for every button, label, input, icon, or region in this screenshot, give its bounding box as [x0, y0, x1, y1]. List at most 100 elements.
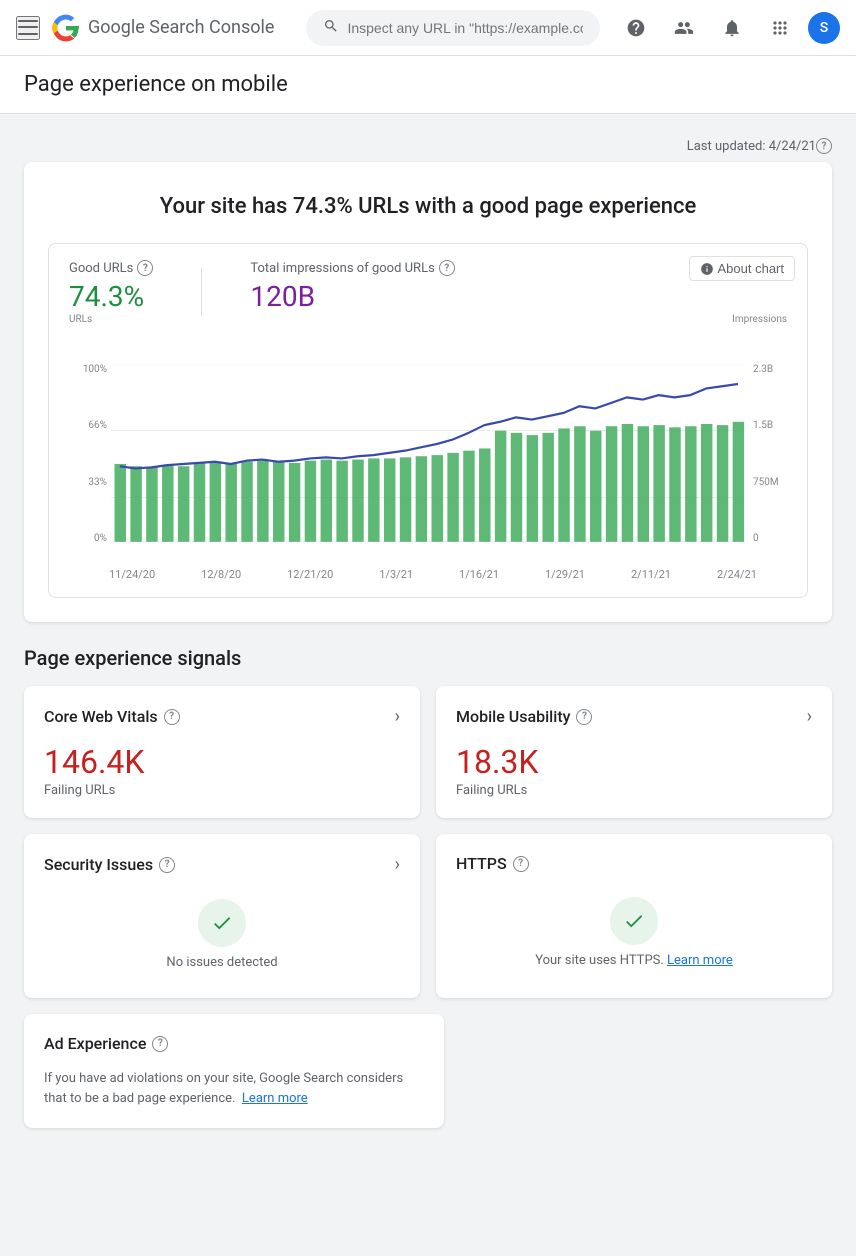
hero-title: Your site has 74.3% URLs with a good pag… — [48, 194, 808, 219]
x-label-1: 11/24/20 — [109, 568, 155, 581]
good-urls-label: Good URLs ? — [69, 260, 153, 276]
y-right-15b: 1.5B — [753, 420, 773, 431]
https-help-icon[interactable]: ? — [513, 856, 529, 872]
y-left-33: 33% — [88, 477, 107, 488]
signals-section: Page experience signals Core Web Vitals … — [24, 646, 832, 1128]
page-title: Page experience on mobile — [24, 72, 832, 97]
mobile-usability-value: 18.3K — [456, 743, 812, 781]
x-label-6: 1/29/21 — [545, 568, 585, 581]
last-updated-date: 4/24/21 — [769, 139, 816, 154]
mobile-usability-label: Failing URLs — [456, 783, 812, 798]
ad-experience-description: If you have ad violations on your site, … — [44, 1069, 424, 1108]
https-learn-more-link[interactable]: Learn more — [667, 953, 733, 968]
chart-svg — [69, 364, 787, 564]
menu-button[interactable] — [16, 16, 40, 40]
https-title: HTTPS ? — [456, 854, 529, 873]
y-axis-left-title: URLs — [69, 314, 92, 325]
mobile-usability-arrow[interactable]: › — [807, 706, 812, 727]
security-issues-status: No issues detected — [44, 891, 400, 978]
x-label-3: 12/21/20 — [287, 568, 333, 581]
header-actions: S — [616, 8, 840, 48]
y-right-750m: 750M — [753, 477, 779, 488]
core-web-vitals-card: Core Web Vitals ? › 146.4K Failing URLs — [24, 686, 420, 818]
x-label-7: 2/11/21 — [631, 568, 671, 581]
signals-title: Page experience signals — [24, 646, 832, 670]
y-left-0: 0% — [94, 533, 107, 544]
security-issues-card: Security Issues ? › No issues detected — [24, 834, 420, 998]
core-web-vitals-header: Core Web Vitals ? › — [44, 706, 400, 727]
https-check-icon — [623, 910, 645, 932]
info-icon — [700, 262, 714, 276]
chart-container: 100% 66% 33% 0% 2.3B 1.5B 750M 0 — [69, 364, 787, 564]
security-check-circle — [198, 899, 246, 947]
security-issues-help-icon[interactable]: ? — [159, 857, 175, 873]
good-urls-help-icon[interactable]: ? — [137, 260, 153, 276]
y-right-23b: 2.3B — [753, 364, 773, 375]
y-axis-right-title: Impressions — [732, 314, 787, 325]
x-label-5: 1/16/21 — [459, 568, 499, 581]
main-content: Last updated: 4/24/21 ? Your site has 74… — [0, 114, 856, 1152]
x-label-8: 2/24/21 — [717, 568, 757, 581]
apps-button[interactable] — [760, 8, 800, 48]
mobile-usability-help-icon[interactable]: ? — [576, 709, 592, 725]
security-issues-title: Security Issues ? — [44, 855, 175, 874]
impressions-label: Total impressions of good URLs ? — [250, 260, 454, 276]
y-left-66: 66% — [88, 420, 107, 431]
mobile-usability-header: Mobile Usability ? › — [456, 706, 812, 727]
y-right-0: 0 — [753, 533, 759, 544]
stats-row: Good URLs ? 74.3% Total impressions of g… — [69, 260, 787, 316]
core-web-vitals-arrow[interactable]: › — [395, 706, 400, 727]
logo: Google Search Console — [52, 14, 274, 42]
security-status-text: No issues detected — [166, 955, 277, 970]
https-check-circle — [610, 897, 658, 945]
good-urls-stat: Good URLs ? 74.3% — [69, 260, 153, 313]
app-title: Google Search Console — [88, 17, 274, 38]
x-label-2: 12/8/20 — [201, 568, 241, 581]
impressions-help-icon[interactable]: ? — [439, 260, 455, 276]
signals-grid: Core Web Vitals ? › 146.4K Failing URLs … — [24, 686, 832, 998]
mobile-usability-title: Mobile Usability ? — [456, 707, 592, 726]
ad-experience-learn-more-link[interactable]: Learn more — [242, 1091, 308, 1106]
security-check-icon — [211, 912, 233, 934]
search-input[interactable] — [347, 20, 583, 36]
avatar[interactable]: S — [808, 12, 840, 44]
hero-section: Your site has 74.3% URLs with a good pag… — [24, 162, 832, 622]
security-issues-header: Security Issues ? › — [44, 854, 400, 875]
ad-experience-header: Ad Experience ? — [44, 1034, 424, 1053]
stat-divider — [201, 268, 202, 316]
impressions-stat: Total impressions of good URLs ? 120B — [250, 260, 454, 313]
core-web-vitals-label: Failing URLs — [44, 783, 400, 798]
ad-experience-title: Ad Experience ? — [44, 1034, 168, 1053]
impressions-value: 120B — [250, 280, 454, 313]
help-button[interactable] — [616, 8, 656, 48]
y-left-100: 100% — [83, 364, 107, 375]
core-web-vitals-help-icon[interactable]: ? — [164, 709, 180, 725]
https-header: HTTPS ? — [456, 854, 812, 873]
search-bar[interactable] — [306, 10, 600, 46]
header: Google Search Console S — [0, 0, 856, 56]
chart-x-labels: 11/24/20 12/8/20 12/21/20 1/3/21 1/16/21… — [69, 568, 787, 581]
stats-card: About chart Good URLs ? 74.3% Total impr… — [48, 243, 808, 598]
last-updated-bar: Last updated: 4/24/21 ? — [24, 138, 832, 154]
core-web-vitals-value: 146.4K — [44, 743, 400, 781]
ad-experience-card: Ad Experience ? If you have ad violation… — [24, 1014, 444, 1128]
ad-experience-help-icon[interactable]: ? — [152, 1036, 168, 1052]
https-card: HTTPS ? Your site uses HTTPS. Learn more — [436, 834, 832, 998]
page-title-bar: Page experience on mobile — [0, 56, 856, 114]
about-chart-label: About chart — [718, 261, 785, 276]
y-axis-right: 2.3B 1.5B 750M 0 — [749, 364, 787, 544]
last-updated-help-icon[interactable]: ? — [816, 138, 832, 154]
mobile-usability-card: Mobile Usability ? › 18.3K Failing URLs — [436, 686, 832, 818]
search-icon — [323, 18, 339, 38]
accounts-button[interactable] — [664, 8, 704, 48]
about-chart-button[interactable]: About chart — [689, 256, 796, 281]
last-updated-label: Last updated: — [687, 139, 766, 154]
google-logo-icon — [52, 14, 80, 42]
https-status: Your site uses HTTPS. Learn more — [456, 889, 812, 976]
notifications-button[interactable] — [712, 8, 752, 48]
x-label-4: 1/3/21 — [379, 568, 413, 581]
security-issues-arrow[interactable]: › — [395, 854, 400, 875]
core-web-vitals-title: Core Web Vitals ? — [44, 707, 180, 726]
https-status-text: Your site uses HTTPS. Learn more — [535, 953, 733, 968]
good-urls-value: 74.3% — [69, 280, 153, 313]
